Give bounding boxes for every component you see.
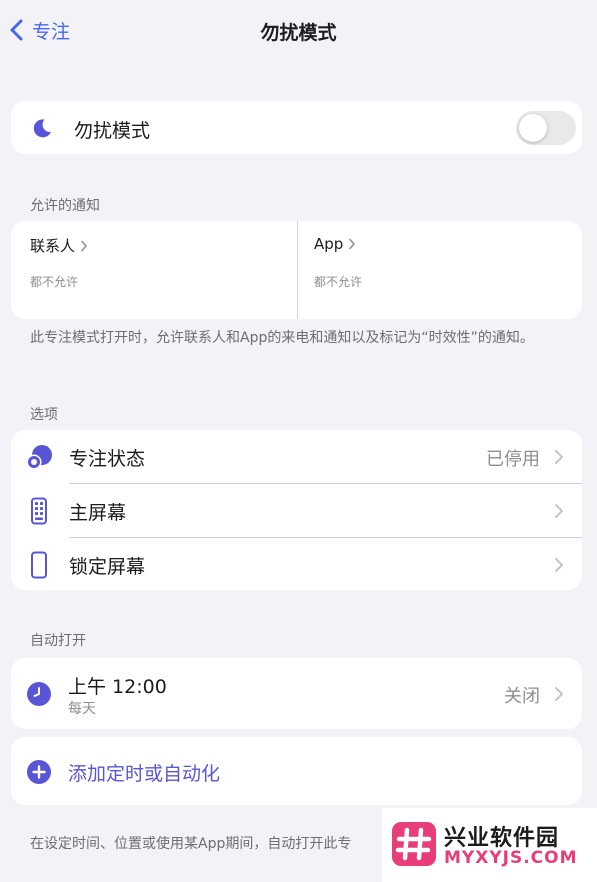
options-header: 选项 <box>30 407 58 423</box>
option-value: 已停用 <box>486 449 540 470</box>
toggle-knob <box>519 114 547 142</box>
chevron-right-icon <box>555 450 563 464</box>
page-title: 勿扰模式 <box>260 22 337 44</box>
option-home-screen[interactable]: 主屏幕 <box>11 484 582 537</box>
focus-status-icon <box>26 445 52 470</box>
add-schedule-button[interactable]: 添加定时或自动化 <box>11 737 582 805</box>
home-screen-icon <box>31 497 47 525</box>
allowed-people-title: 联系人 <box>30 235 88 256</box>
schedule-row[interactable]: 上午 12:00 每天 关闭 <box>11 658 582 729</box>
option-focus-status[interactable]: 专注状态 已停用 <box>11 430 582 483</box>
chevron-right-icon <box>555 558 563 572</box>
watermark-en-text: MYXYJS.COM <box>444 848 578 868</box>
allowed-people-button[interactable]: 联系人 都不允许 <box>11 221 297 319</box>
chevron-right-icon <box>81 240 87 251</box>
dnd-settings-page: 专注 勿扰模式 勿扰模式 允许的通知 联系人 都不允许 App 都不允许 此专注… <box>0 0 597 882</box>
allowed-apps-title: App <box>314 235 356 253</box>
watermark-logo-icon <box>392 822 436 866</box>
allowed-apps-label: App <box>314 235 344 253</box>
schedule-state: 关闭 <box>504 686 540 707</box>
chevron-right-icon <box>349 238 356 250</box>
auto-open-header: 自动打开 <box>30 633 86 649</box>
add-schedule-label: 添加定时或自动化 <box>68 763 221 785</box>
option-label: 专注状态 <box>69 448 146 470</box>
auto-open-footnote: 在设定时间、位置或使用某App期间，自动打开此专 <box>30 836 352 852</box>
options-card: 专注状态 已停用 主屏幕 锁定屏幕 <box>11 430 582 590</box>
allowed-notifications-card: 联系人 都不允许 App 都不允许 <box>11 221 582 319</box>
chevron-right-icon <box>555 687 563 701</box>
dnd-toggle-card: 勿扰模式 <box>11 101 582 154</box>
allowed-people-label: 联系人 <box>30 237 76 255</box>
allowed-apps-subtitle: 都不允许 <box>314 275 363 289</box>
allowed-footnote: 此专注模式打开时，允许联系人和App的来电和通知以及标记为“时效性”的通知。 <box>30 330 534 346</box>
option-label: 主屏幕 <box>69 502 127 524</box>
option-lock-screen[interactable]: 锁定屏幕 <box>11 538 582 590</box>
schedule-repeat: 每天 <box>68 701 96 717</box>
allowed-people-subtitle: 都不允许 <box>30 275 79 289</box>
allowed-apps-button[interactable]: App 都不允许 <box>298 221 582 319</box>
moon-icon <box>33 119 51 138</box>
chevron-right-icon <box>555 504 563 518</box>
plus-circle-icon <box>27 760 51 784</box>
dnd-toggle-switch[interactable] <box>516 111 576 145</box>
schedule-time: 上午 12:00 <box>68 676 167 698</box>
option-label: 锁定屏幕 <box>69 556 146 578</box>
watermark: 兴业软件园 MYXYJS.COM <box>382 808 597 882</box>
nav-bar: 专注 勿扰模式 <box>0 0 597 62</box>
dnd-label: 勿扰模式 <box>74 120 151 142</box>
lock-screen-icon <box>31 551 47 579</box>
clock-icon <box>27 682 51 706</box>
allowed-notifications-header: 允许的通知 <box>30 198 100 214</box>
